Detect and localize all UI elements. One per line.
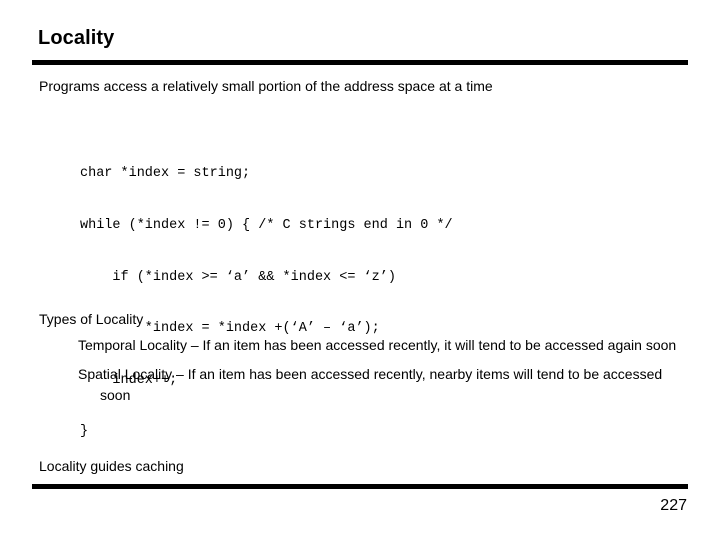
slide: Locality Programs access a relatively sm…: [0, 0, 720, 540]
page-title: Locality: [38, 27, 115, 49]
code-line: while (*index != 0) { /* C strings end i…: [80, 218, 453, 234]
list-item: Spatial Locality – If an item has been a…: [78, 366, 663, 403]
code-line: char *index = string;: [80, 166, 251, 182]
footer-divider-rule: [32, 484, 688, 489]
closing-statement: Locality guides caching: [39, 458, 184, 474]
intro-statement: Programs access a relatively small porti…: [39, 78, 493, 94]
code-block: char *index = string; while (*index != 0…: [80, 131, 453, 475]
list-item: Temporal Locality – If an item has been …: [78, 337, 677, 353]
locality-types-list: Temporal Locality – If an item has been …: [78, 335, 684, 414]
types-of-locality-heading: Types of Locality: [39, 311, 144, 327]
code-line: if (*index >= ‘a’ && *index <= ‘z’): [80, 269, 396, 285]
title-divider-rule: [32, 60, 688, 65]
page-number: 227: [660, 497, 687, 514]
code-line: }: [80, 424, 89, 440]
